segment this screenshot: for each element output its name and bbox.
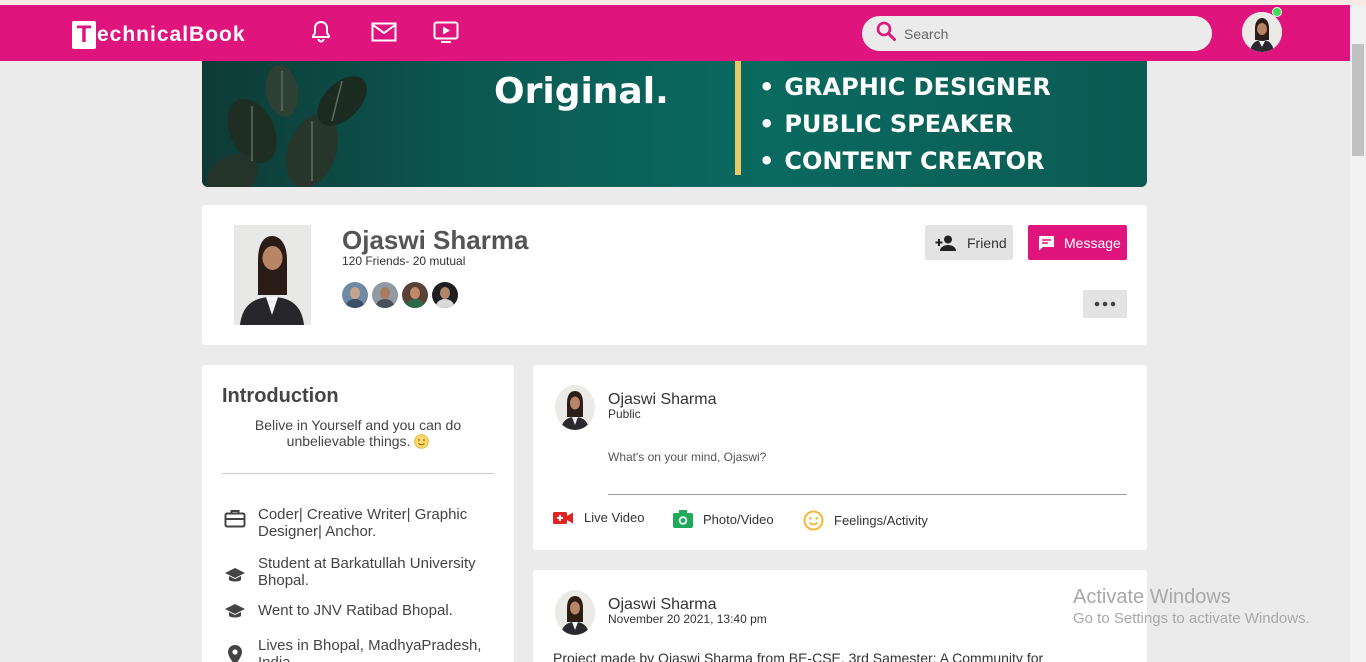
logo[interactable]: T echnicalBook bbox=[72, 20, 246, 50]
more-options-button[interactable] bbox=[1083, 290, 1127, 318]
live-video-icon bbox=[553, 511, 574, 525]
avatar[interactable] bbox=[1242, 12, 1282, 52]
navbar: T echnicalBook bbox=[0, 5, 1350, 61]
intro-item-education: Student at Barkatullah University Bhopal… bbox=[222, 555, 494, 589]
feelings-activity-label: Feelings/Activity bbox=[834, 513, 928, 528]
cover-roles: GRAPHIC DESIGNER PUBLIC SPEAKER CONTENT … bbox=[759, 73, 1051, 184]
post-card: Ojaswi Sharma November 20 2021, 13:40 pm… bbox=[533, 570, 1147, 662]
smile-emoji-icon bbox=[414, 434, 430, 452]
intro-item-text: Lives in Bhopal, MadhyaPradesh, India bbox=[258, 637, 482, 662]
photo-video-label: Photo/Video bbox=[703, 511, 774, 527]
intro-bio: Belive in Yourself and you can do unbeli… bbox=[242, 417, 474, 452]
avatar[interactable] bbox=[402, 282, 428, 308]
cover-divider bbox=[735, 61, 741, 175]
logo-text: echnicalBook bbox=[97, 23, 246, 46]
search-icon bbox=[876, 21, 896, 46]
intro-item-text: Student at Barkatullah University Bhopal… bbox=[258, 555, 476, 589]
message-button-label: Message bbox=[1064, 234, 1121, 251]
friend-button-label: Friend bbox=[967, 234, 1007, 251]
post-visibility[interactable]: Public bbox=[608, 407, 641, 421]
graduation-cap-icon bbox=[222, 599, 248, 623]
search-input[interactable] bbox=[904, 25, 1184, 42]
cover-role: GRAPHIC DESIGNER bbox=[759, 73, 1051, 110]
profile-photo[interactable] bbox=[234, 225, 311, 325]
avatar[interactable] bbox=[342, 282, 368, 308]
activate-windows-title: Activate Windows bbox=[1073, 586, 1231, 608]
intro-title: Introduction bbox=[222, 385, 339, 407]
intro-item-text: Went to JNV Ratibad Bhopal. bbox=[258, 602, 453, 619]
bell-icon[interactable] bbox=[307, 19, 335, 45]
chat-icon bbox=[1038, 235, 1055, 251]
intro-item-location: Lives in Bhopal, MadhyaPradesh, India bbox=[222, 637, 494, 662]
camera-icon bbox=[673, 510, 693, 528]
location-pin-icon bbox=[222, 643, 248, 662]
post-text: Project made by Ojaswi Sharma from BE-CS… bbox=[553, 650, 1044, 662]
profile-card: Ojaswi Sharma 120 Friends- 20 mutual Fri… bbox=[202, 205, 1147, 345]
friends-count[interactable]: 120 Friends- 20 mutual bbox=[342, 254, 465, 268]
avatar[interactable] bbox=[555, 385, 595, 430]
search-bar[interactable] bbox=[862, 16, 1212, 51]
activate-windows-subtitle: Go to Settings to activate Windows. bbox=[1073, 610, 1310, 627]
online-status-dot bbox=[1272, 7, 1282, 17]
intro-bio-text: Belive in Yourself and you can do unbeli… bbox=[254, 417, 462, 449]
mutual-friends-avatars bbox=[342, 282, 458, 308]
message-button[interactable]: Message bbox=[1028, 225, 1127, 260]
create-post-card: Ojaswi Sharma Public What's on your mind… bbox=[533, 365, 1147, 550]
scrollbar-thumb[interactable] bbox=[1352, 44, 1364, 156]
add-friend-icon bbox=[935, 235, 957, 251]
divider bbox=[608, 494, 1127, 495]
smile-emoji-icon bbox=[803, 510, 824, 531]
avatar[interactable] bbox=[432, 282, 458, 308]
cover-image: Original. GRAPHIC DESIGNER PUBLIC SPEAKE… bbox=[202, 61, 1147, 187]
post-timestamp: November 20 2021, 13:40 pm bbox=[608, 612, 767, 626]
ellipsis-icon bbox=[1094, 301, 1116, 307]
live-video-label: Live Video bbox=[584, 510, 645, 525]
friend-button[interactable]: Friend bbox=[925, 225, 1013, 260]
mail-icon[interactable] bbox=[370, 19, 398, 45]
introduction-card: Introduction Belive in Yourself and you … bbox=[202, 365, 514, 662]
intro-item-work: Coder| Creative Writer| Graphic Designer… bbox=[222, 506, 494, 540]
avatar[interactable] bbox=[372, 282, 398, 308]
briefcase-icon bbox=[222, 506, 248, 530]
profile-name: Ojaswi Sharma bbox=[342, 225, 529, 255]
divider bbox=[222, 473, 494, 474]
avatar[interactable] bbox=[555, 590, 595, 635]
live-video-button[interactable]: Live Video bbox=[553, 510, 644, 525]
video-icon[interactable] bbox=[432, 19, 460, 45]
cover-role: CONTENT CREATOR bbox=[759, 147, 1051, 184]
cover-headline: Original. bbox=[494, 71, 669, 112]
cover-role: PUBLIC SPEAKER bbox=[759, 110, 1051, 147]
plant-decoration bbox=[205, 65, 367, 187]
intro-item-text: Coder| Creative Writer| Graphic Designer… bbox=[258, 506, 468, 540]
photo-video-button[interactable]: Photo/Video bbox=[673, 510, 774, 528]
graduation-cap-icon bbox=[222, 563, 248, 587]
intro-item-school: Went to JNV Ratibad Bhopal. bbox=[222, 602, 494, 623]
post-composer-prompt[interactable]: What's on your mind, Ojaswi? bbox=[608, 450, 766, 464]
logo-initial: T bbox=[72, 21, 96, 49]
feelings-activity-button[interactable]: Feelings/Activity bbox=[803, 510, 928, 531]
